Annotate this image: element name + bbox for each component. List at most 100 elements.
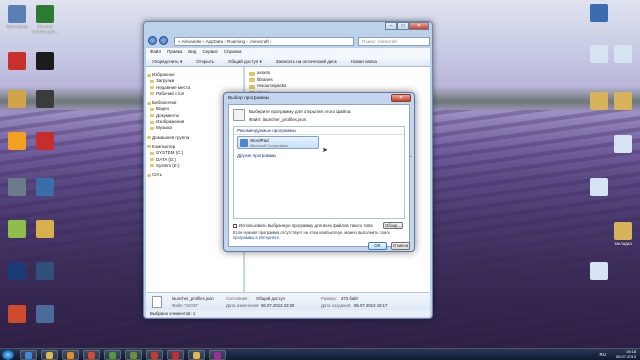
recommended-header[interactable]: Рекомендуемые программы	[234, 127, 404, 135]
desktop-icon[interactable]: закладка	[608, 222, 638, 246]
app-icon	[614, 222, 632, 240]
dialog-filename: Файл: launcher_profiles.json	[249, 117, 307, 122]
menu-item[interactable]: Правка	[167, 48, 182, 56]
desktop-icon[interactable]: Усилить сигнальную...	[30, 5, 60, 34]
browse-button[interactable]: Обзор...	[383, 222, 403, 229]
taskbar-glyph	[46, 352, 53, 359]
status-bar: Выбрано элементов: 1	[146, 310, 430, 317]
cancel-button[interactable]: Отмена	[391, 242, 410, 250]
taskbar-glyph	[25, 352, 32, 359]
details-modified-value: 06.07.2013 23:28	[261, 303, 295, 308]
desktop-icon[interactable]	[2, 178, 32, 197]
internet-explorer-icon[interactable]	[20, 350, 37, 360]
desktop-icon[interactable]	[2, 132, 32, 151]
wordpad-icon	[240, 139, 248, 147]
menu-item[interactable]: Вид	[188, 48, 196, 56]
desktop-icon[interactable]	[584, 262, 614, 281]
app-icon	[36, 262, 54, 280]
desktop-icon[interactable]	[2, 305, 32, 324]
desktop-icon[interactable]	[2, 90, 32, 109]
desktop-icon[interactable]	[30, 262, 60, 281]
desktop-icon[interactable]	[584, 4, 614, 23]
checkbox-box[interactable]	[233, 223, 237, 228]
window-controls: – □ ✕	[385, 22, 429, 30]
app-icon	[8, 220, 26, 238]
checkbox-label: Использовать выбранную программу для все…	[239, 223, 373, 228]
app-icon	[614, 135, 632, 153]
address-bar[interactable]: « Alexander › AppData › Roaming › .minec…	[174, 37, 354, 46]
opera-icon[interactable]	[167, 350, 184, 360]
desktop-icon[interactable]	[608, 135, 638, 154]
desktop-icon-label: Компьютер	[6, 24, 28, 29]
start-button[interactable]	[2, 350, 14, 360]
language-indicator[interactable]: RU	[600, 352, 607, 357]
file-explorer-icon[interactable]	[41, 350, 58, 360]
details-filename: launcher_profiles.json	[172, 296, 214, 301]
other-programs-expander[interactable]: Другие программы ⌄	[237, 153, 413, 158]
app-icon	[36, 5, 54, 23]
app-icon	[36, 220, 54, 238]
toolbar-button[interactable]: Новая папка	[351, 56, 377, 66]
media-player-icon[interactable]	[62, 350, 79, 360]
back-button[interactable]	[148, 36, 157, 45]
toolbar-button[interactable]: Записать на оптический диск	[276, 56, 337, 66]
game-icon[interactable]	[125, 350, 142, 360]
dialog-close-button[interactable]: ✕	[391, 94, 411, 102]
ok-button[interactable]: OK	[368, 242, 387, 250]
search-input[interactable]: Поиск: .minecraft	[358, 37, 430, 46]
desktop-icon[interactable]	[30, 220, 60, 239]
desktop-icon[interactable]	[584, 92, 614, 111]
menu-bar: Файл Правка Вид Сервис Справка	[146, 48, 430, 56]
desktop-icon[interactable]	[2, 52, 32, 71]
app-icon	[8, 178, 26, 196]
details-created-value: 06.07.2013 19:17	[354, 303, 388, 308]
dialog-body: Выберите программу для открытия этого фа…	[228, 104, 413, 250]
toolbar-button[interactable]: Открыть	[196, 56, 214, 66]
open-with-dialog[interactable]: Выбор программы ✕ Выберите программу для…	[223, 92, 415, 252]
explorer-titlebar[interactable]: – □ ✕	[144, 22, 432, 36]
minimize-button[interactable]: –	[385, 22, 397, 30]
app-icon	[36, 305, 54, 323]
menu-item[interactable]: Файл	[150, 48, 161, 56]
desktop-icon[interactable]	[2, 262, 32, 281]
system-clock[interactable]: 19:18 08.07.2013	[616, 349, 636, 359]
app-icon	[590, 262, 608, 280]
desktop-icon[interactable]: Компьютер	[2, 5, 32, 29]
explorer-open-icon[interactable]	[188, 350, 205, 360]
app-icon	[590, 4, 608, 22]
taskbar-glyph	[67, 352, 74, 359]
recorder-icon[interactable]	[209, 350, 226, 360]
desktop-icon[interactable]	[30, 178, 60, 197]
close-button[interactable]: ✕	[409, 22, 429, 30]
chrome-icon[interactable]	[83, 350, 100, 360]
desktop-icon[interactable]	[30, 305, 60, 324]
app-icon	[614, 45, 632, 63]
app-icon	[8, 52, 26, 70]
menu-item[interactable]: Сервис	[202, 48, 217, 56]
program-list[interactable]: Рекомендуемые программы WordPad Microsof…	[233, 126, 413, 219]
toolbar-button[interactable]: Упорядочить ▾	[152, 56, 182, 66]
always-use-checkbox[interactable]: Использовать выбранную программу для все…	[233, 223, 373, 228]
app-icon	[8, 90, 26, 108]
details-created-label: Дата создания:	[321, 303, 352, 308]
taskbar-glyph	[109, 352, 116, 359]
wifi-tool-icon[interactable]	[104, 350, 121, 360]
details-pane: launcher_profiles.json Файл "JSON" Состо…	[146, 292, 430, 310]
forward-button[interactable]	[159, 36, 168, 45]
desktop-icon[interactable]	[584, 178, 614, 197]
menu-item[interactable]: Справка	[224, 48, 242, 56]
program-company: Microsoft Corporation	[250, 143, 289, 148]
maximize-button[interactable]: □	[397, 22, 409, 30]
desktop-icon[interactable]	[2, 220, 32, 239]
desktop-icon[interactable]	[584, 45, 614, 64]
taskbar: RU 19:18 08.07.2013	[0, 348, 640, 360]
mouse-cursor-icon: ➤	[322, 147, 328, 154]
taskbar-glyph	[214, 352, 221, 359]
camera-icon[interactable]	[146, 350, 163, 360]
taskbar-glyph	[130, 352, 137, 359]
desktop-icon[interactable]	[30, 52, 60, 71]
desktop-icon[interactable]	[30, 132, 60, 151]
desktop-icon[interactable]	[30, 90, 60, 109]
toolbar-button[interactable]: Общий доступ ▾	[228, 56, 262, 66]
program-item-wordpad[interactable]: WordPad Microsoft Corporation	[237, 136, 319, 149]
